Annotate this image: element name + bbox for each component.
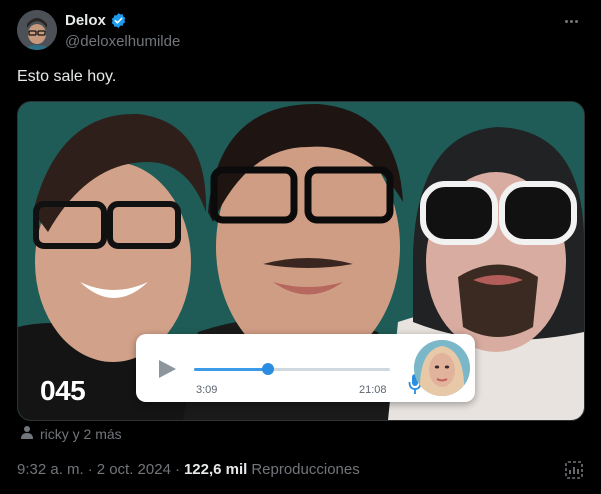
tweet-date[interactable]: 2 oct. 2024 [97, 461, 171, 478]
sender-avatar [414, 340, 470, 396]
author-handle[interactable]: @deloxelhumilde [65, 33, 180, 50]
person-icon [20, 425, 34, 442]
audio-progress-knob[interactable] [262, 363, 275, 375]
audio-progress-fill [194, 368, 269, 371]
tweet-text: Esto sale hoy. [17, 68, 117, 85]
tweet-media-image[interactable]: 045 3:09 21:08 [17, 101, 585, 421]
avatar-image [17, 10, 57, 50]
tagged-users[interactable]: ricky y 2 más [20, 425, 122, 442]
meta-separator: · [87, 461, 93, 478]
view-label: Reproducciones [251, 461, 360, 478]
tweet-time[interactable]: 9:32 a. m. [17, 461, 84, 478]
episode-number: 045 [40, 375, 86, 406]
post-analytics-icon[interactable] [564, 460, 584, 480]
tweet-card: Delox @deloxelhumilde Esto sale hoy. 045… [0, 0, 601, 494]
view-count: 122,6 mil [183, 461, 248, 478]
author-avatar[interactable] [17, 10, 57, 50]
current-time: 3:09 [196, 384, 218, 396]
audio-player-card: 3:09 21:08 [136, 334, 475, 402]
tagged-label: ricky y 2 más [40, 425, 122, 442]
tweet-meta: 9:32 a. m. · 2 oct. 2024 · 122,6 mil Rep… [17, 461, 360, 478]
author-display-name[interactable]: Delox [65, 12, 106, 29]
meta-separator: · [174, 461, 180, 478]
more-options-icon[interactable] [561, 14, 581, 28]
audio-progress-bar[interactable] [194, 363, 390, 375]
verified-badge-icon [110, 12, 127, 29]
play-icon[interactable] [156, 358, 178, 380]
total-time: 21:08 [359, 384, 387, 396]
